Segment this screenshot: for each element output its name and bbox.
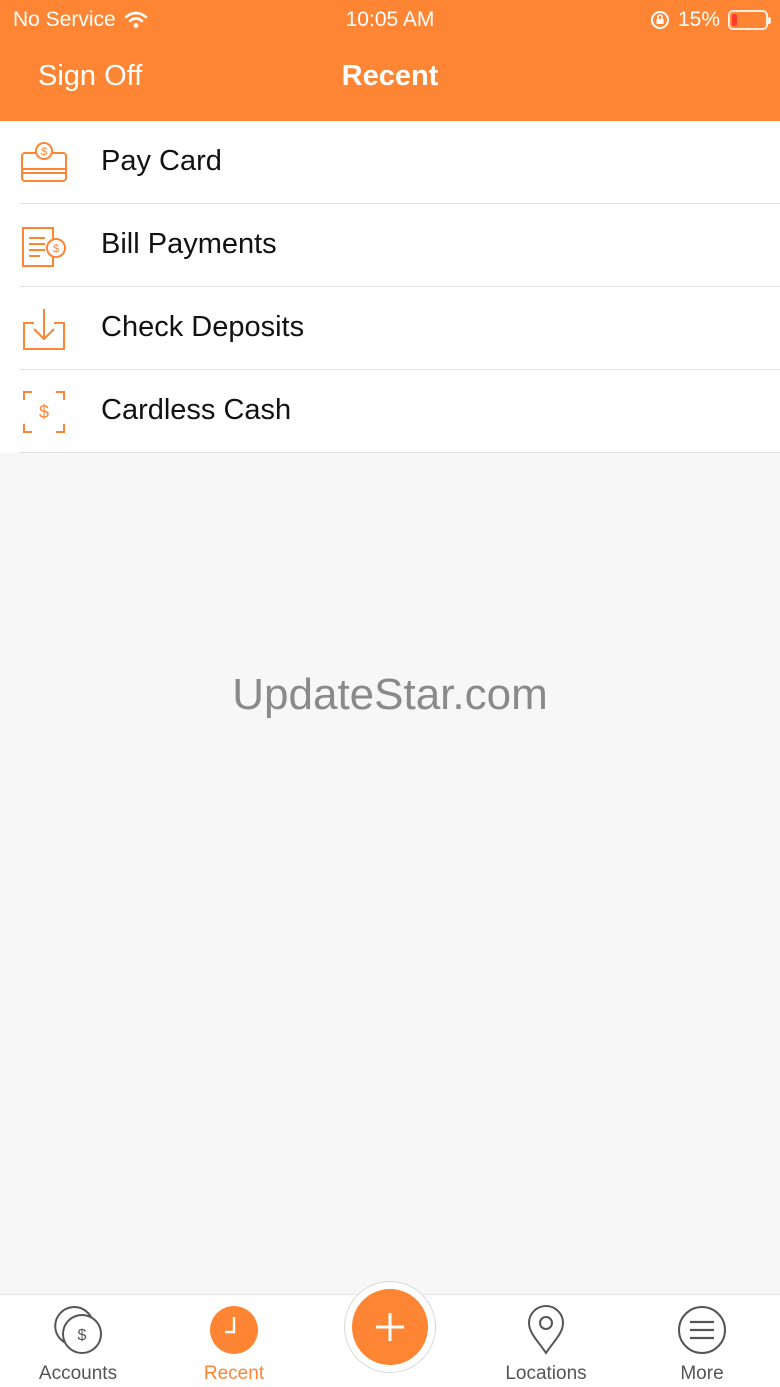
list-item-label: Pay Card xyxy=(101,145,222,177)
watermark-text: UpdateStar.com xyxy=(232,670,548,719)
tab-label: More xyxy=(680,1363,724,1384)
page-title: Recent xyxy=(341,60,439,92)
list-item-label: Bill Payments xyxy=(101,228,277,260)
list-item-label: Cardless Cash xyxy=(101,394,292,426)
accounts-icon: $ xyxy=(54,1306,102,1354)
tab-accounts[interactable]: $ Accounts xyxy=(0,1295,156,1387)
svg-text:$: $ xyxy=(53,243,59,255)
menu-lines-icon xyxy=(678,1306,726,1354)
header-bar: No Service 10:05 AM 15% Sign Off Recent xyxy=(0,0,780,121)
tab-label: Locations xyxy=(505,1363,587,1384)
add-plus-icon xyxy=(376,1313,404,1341)
status-right: 15% xyxy=(650,8,771,32)
battery-icon xyxy=(728,10,771,30)
battery-percent: 15% xyxy=(677,8,720,31)
tab-label: Recent xyxy=(203,1363,265,1384)
orientation-lock-icon xyxy=(650,11,669,29)
pay-card-icon: $ xyxy=(21,142,67,182)
tab-recent[interactable]: Recent xyxy=(156,1295,312,1387)
battery-level xyxy=(732,14,737,26)
status-bar: No Service 10:05 AM 15% xyxy=(0,0,780,40)
list-item-pay-card[interactable]: $ Pay Card xyxy=(0,121,780,204)
recent-clock-icon xyxy=(210,1306,258,1354)
row-divider xyxy=(19,452,780,453)
cardless-cash-icon: $ xyxy=(23,391,65,433)
list-item-check-deposits[interactable]: Check Deposits xyxy=(0,287,780,370)
recent-list: $ Pay Card $ Bill Payments Check Deposit… xyxy=(0,121,780,453)
svg-text:$: $ xyxy=(41,146,47,158)
list-item-cardless-cash[interactable]: $ Cardless Cash xyxy=(0,370,780,453)
bill-payments-icon: $ xyxy=(22,227,66,267)
add-button[interactable] xyxy=(352,1289,428,1365)
tab-more[interactable]: More xyxy=(624,1295,780,1387)
tab-label: Accounts xyxy=(38,1363,118,1384)
list-item-label: Check Deposits xyxy=(101,311,305,343)
list-item-bill-payments[interactable]: $ Bill Payments xyxy=(0,204,780,287)
tab-locations[interactable]: Locations xyxy=(468,1295,624,1387)
location-pin-icon xyxy=(527,1305,565,1355)
check-deposits-icon xyxy=(23,309,65,350)
svg-text:$: $ xyxy=(78,1327,87,1344)
svg-text:$: $ xyxy=(39,402,49,422)
